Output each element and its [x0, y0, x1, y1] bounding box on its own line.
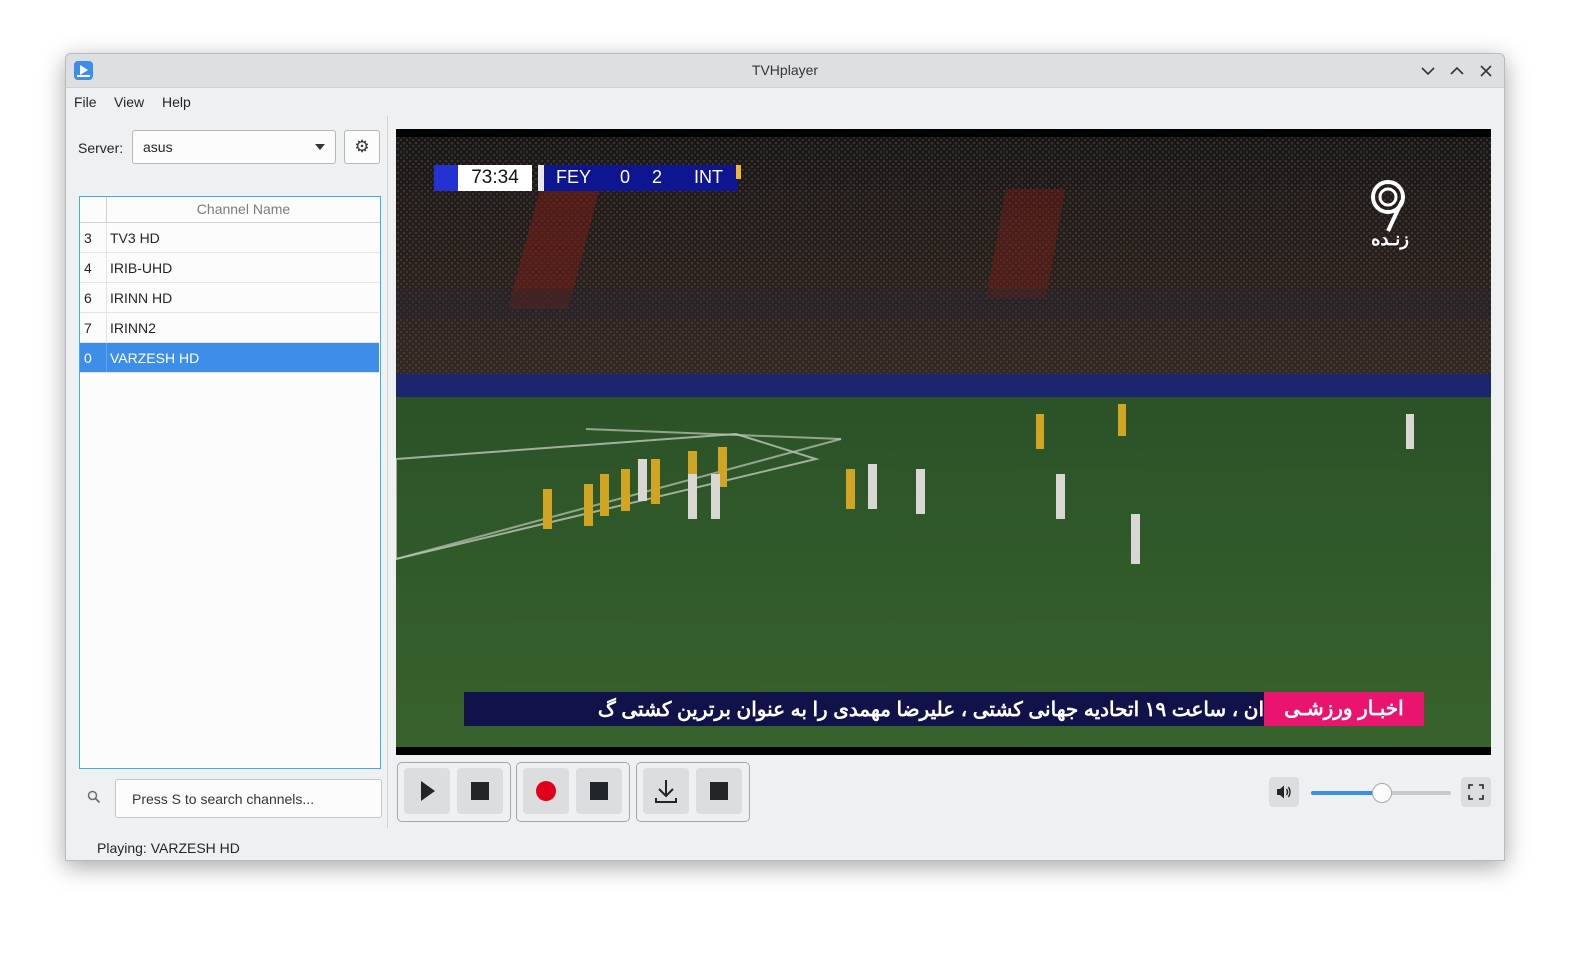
recording-controls [516, 762, 630, 822]
scoreboard: 73:34 FEY 0 2 INT [434, 165, 741, 191]
channel-table[interactable]: Channel Name 3 TV3 HD 4 IRIB-UHD 6 IRINN… [79, 196, 381, 769]
away-team: INT [694, 167, 723, 187]
menu-view[interactable]: View [114, 94, 144, 110]
panel-divider[interactable] [387, 116, 388, 828]
download-button[interactable] [643, 768, 689, 814]
channel-row[interactable]: 6 IRINN HD [80, 283, 379, 313]
home-team: FEY [556, 167, 592, 187]
stop-recording-button[interactable] [576, 768, 622, 814]
close-icon [1480, 65, 1492, 77]
volume-slider-handle[interactable] [1372, 783, 1392, 803]
download-icon [655, 780, 677, 803]
table-corner-header [80, 197, 107, 223]
channel-logo-text: زنـده [1371, 229, 1409, 249]
ticker-label: اخبـار ورزشـی [1264, 692, 1424, 726]
match-clock: 73:34 [458, 165, 532, 191]
menu-help[interactable]: Help [162, 94, 191, 110]
away-score: 2 [652, 167, 663, 187]
record-button[interactable] [523, 768, 569, 814]
channel-number: 0 [84, 350, 92, 366]
video-player[interactable]: 73:34 FEY 0 2 INT زنـده ان ، ساعت ۱۹ اتح… [396, 129, 1491, 755]
title-bar: TVHplayer [66, 54, 1504, 88]
channel-logo: زنـده [1362, 175, 1418, 255]
server-select-value: asus [143, 139, 173, 155]
stop-icon [590, 782, 608, 800]
channel-number: 3 [84, 230, 92, 246]
chevron-down-icon [1421, 67, 1435, 76]
channel-row[interactable]: 4 IRIB-UHD [80, 253, 379, 283]
channel-name: IRIB-UHD [110, 260, 173, 276]
menu-file[interactable]: File [74, 94, 97, 110]
server-settings-button[interactable]: ⚙ [344, 130, 380, 164]
chevron-up-icon [1450, 66, 1464, 75]
speaker-icon [1277, 785, 1291, 799]
server-label: Server: [78, 140, 124, 156]
channel-row[interactable]: 7 IRINN2 [80, 313, 379, 343]
competition-logo-icon [434, 165, 458, 191]
dropdown-arrow-icon [315, 144, 325, 150]
channel-row-selected[interactable]: 0 VARZESH HD [80, 343, 379, 373]
news-ticker: ان ، ساعت ۱۹ اتحادیه جهانی کشتی ، علیرضا… [464, 692, 1424, 726]
channel-row[interactable]: 3 TV3 HD [80, 223, 379, 253]
ticker-text: ان ، ساعت ۱۹ اتحادیه جهانی کشتی ، علیرضا… [597, 699, 1264, 721]
stop-button[interactable] [457, 768, 503, 814]
main-window: TVHplayer File View Help Server: asus ⚙ … [65, 53, 1505, 861]
home-score: 0 [620, 167, 631, 187]
mute-button[interactable] [1269, 777, 1299, 807]
search-placeholder: Press S to search channels... [132, 791, 315, 807]
menu-bar: File View Help [66, 88, 1504, 116]
channel-number: 4 [84, 260, 92, 276]
fullscreen-button[interactable] [1461, 777, 1491, 807]
play-icon [421, 781, 435, 801]
download-controls [636, 762, 750, 822]
volume-slider-fill [1311, 791, 1381, 795]
maximize-button[interactable] [1446, 60, 1468, 82]
playback-controls [397, 762, 511, 822]
channel-name-column-header[interactable]: Channel Name [107, 197, 380, 223]
stop-icon [710, 782, 728, 800]
record-icon [536, 781, 556, 801]
close-button[interactable] [1475, 60, 1497, 82]
channel-number: 6 [84, 290, 92, 306]
window-title: TVHplayer [751, 62, 819, 78]
stop-icon [471, 782, 489, 800]
gear-icon: ⚙ [354, 137, 370, 156]
stop-download-button[interactable] [696, 768, 742, 814]
video-frame [396, 129, 1491, 755]
minimize-button[interactable] [1417, 60, 1439, 82]
server-select[interactable]: asus [132, 130, 336, 164]
channel-name: IRINN HD [110, 290, 173, 306]
status-bar-text: Playing: VARZESH HD [97, 840, 240, 856]
fullscreen-icon [1468, 784, 1484, 800]
volume-slider[interactable] [1311, 783, 1451, 803]
channel-number: 7 [84, 320, 92, 336]
search-icon [86, 789, 102, 805]
channel-name: TV3 HD [110, 230, 160, 246]
channel-search-input[interactable]: Press S to search channels... [115, 779, 382, 818]
channel-name: VARZESH HD [110, 350, 200, 366]
play-button[interactable] [404, 768, 450, 814]
channel-name: IRINN2 [110, 320, 156, 336]
